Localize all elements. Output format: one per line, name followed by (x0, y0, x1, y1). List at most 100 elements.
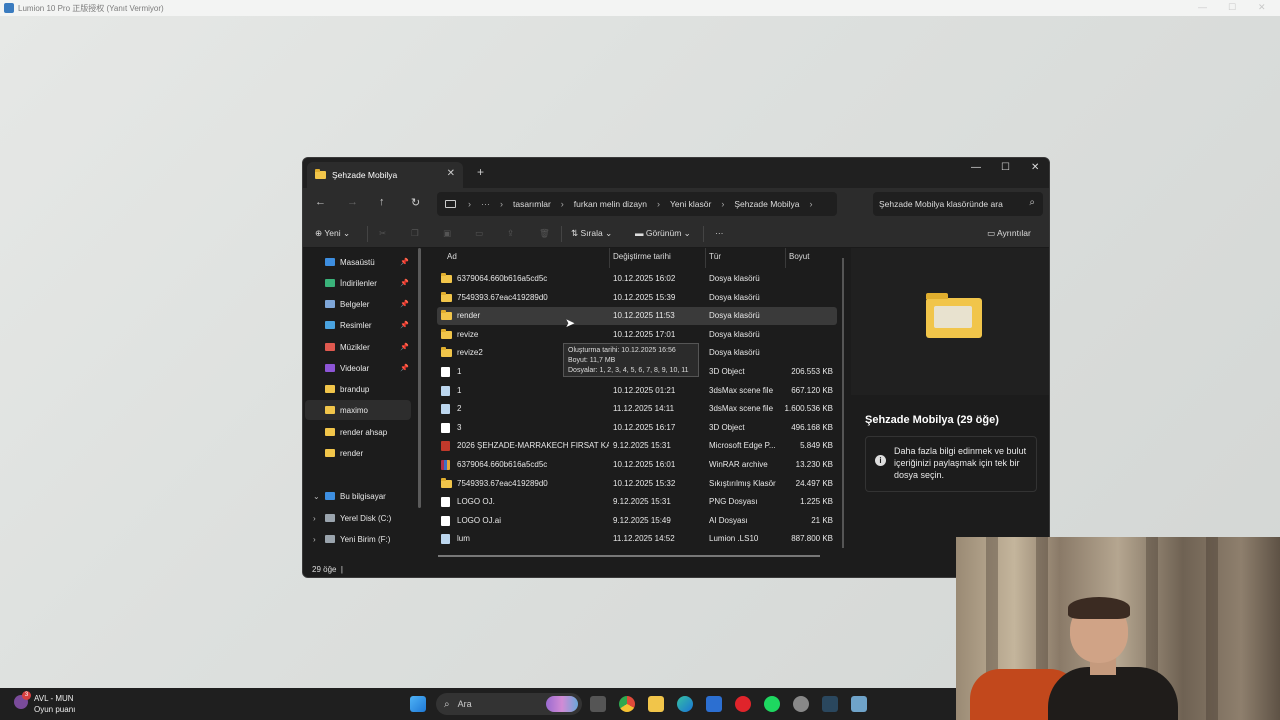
breadcrumb-item[interactable]: furkan melin dizayn (574, 199, 647, 209)
sidebar-item[interactable]: render (305, 443, 411, 463)
folder-icon (441, 347, 452, 358)
sidebar-item[interactable]: › Yeni Birim (F:) (305, 529, 411, 549)
chevron-right-icon[interactable]: › (468, 199, 471, 209)
pin-icon: 📌 (400, 259, 409, 266)
ellipsis-icon[interactable]: ··· (481, 199, 490, 209)
minimize-icon[interactable]: — (971, 162, 981, 173)
file-row[interactable]: 2026 ŞEHZADE-MARRAKECH FIRSAT KAT... 9.12… (437, 437, 837, 455)
close-icon[interactable]: ✕ (1258, 2, 1266, 13)
minimize-icon[interactable]: — (1198, 2, 1207, 12)
sidebar-item[interactable]: ⌄ Bu bilgisayar (305, 486, 411, 506)
view-button[interactable]: ▬ Görünüm ⌄ (635, 228, 691, 239)
chevron-down-icon[interactable]: ⌄ (313, 492, 320, 501)
file-row[interactable]: 3 10.12.2025 16:17 3D Object 496.168 KB (437, 419, 837, 437)
opera-icon[interactable] (735, 696, 751, 712)
chevron-right-icon[interactable]: › (313, 514, 316, 523)
chevron-right-icon[interactable]: › (810, 199, 813, 209)
file-row[interactable]: 7549393.67eac419289d0 10.12.2025 15:39 Dos… (437, 289, 837, 307)
file-row[interactable]: 6379064.660b616a5cd5c 10.12.2025 16:02 Dos… (437, 270, 837, 288)
file-row[interactable]: lum 11.12.2025 14:52 Lumion .LS10 887.800 K… (437, 530, 837, 548)
chevron-right-icon[interactable]: › (657, 199, 660, 209)
cut-icon[interactable]: ✂ (379, 228, 386, 239)
close-window-icon[interactable]: ✕ (1031, 162, 1039, 173)
share-icon[interactable]: ⇪ (507, 228, 514, 239)
spotify-icon[interactable] (764, 696, 780, 712)
sidebar-item-icon (325, 385, 335, 393)
chevron-right-icon[interactable]: › (721, 199, 724, 209)
sidebar-item[interactable]: brandup (305, 379, 411, 399)
lumion-taskbar-icon[interactable] (851, 696, 867, 712)
tab-sehzade-mobilya[interactable]: Şehzade Mobilya ✕ (307, 162, 463, 188)
sidebar-item[interactable]: Videolar 📌 (305, 358, 411, 378)
up-icon[interactable]: ↑ (379, 196, 385, 208)
new-tab-button[interactable]: + (477, 165, 484, 179)
file-type: 3D Object (709, 367, 745, 376)
column-divider[interactable] (705, 248, 706, 268)
vertical-scrollbar[interactable] (842, 258, 844, 548)
paste-icon[interactable]: ▣ (443, 228, 451, 239)
sidebar-item[interactable]: maximo (305, 400, 411, 420)
tab-bar: Şehzade Mobilya ✕ + — ☐ ✕ (303, 158, 1049, 188)
chevron-right-icon[interactable]: › (500, 199, 503, 209)
delete-icon[interactable]: 🗑 (539, 228, 550, 239)
task-view-icon[interactable] (590, 696, 606, 712)
breadcrumb-item[interactable]: Yeni klasör (670, 199, 711, 209)
sidebar-item[interactable]: render ahsap (305, 422, 411, 442)
sidebar-item[interactable]: Belgeler 📌 (305, 294, 411, 314)
start-icon[interactable] (410, 696, 426, 712)
taskbar-search[interactable]: ⌕ Ara (436, 693, 582, 715)
column-header-date[interactable]: Değiştirme tarihi (613, 252, 671, 270)
column-header-size[interactable]: Boyut (789, 252, 809, 270)
breadcrumb-item[interactable]: Şehzade Mobilya (734, 199, 799, 209)
widgets-button[interactable]: 3 AVL - MUN Oyun puanı (14, 691, 75, 715)
file-row[interactable]: render 10.12.2025 11:53 Dosya klasörü (437, 307, 837, 326)
file-row[interactable]: 1 10.12.2025 01:21 3dsMax scene file 667.12… (437, 382, 837, 400)
column-header-name[interactable]: Ad (447, 252, 457, 270)
column-divider[interactable] (609, 248, 610, 268)
refresh-icon[interactable]: ↻ (411, 196, 420, 209)
details-pane: Şehzade Mobilya (29 öğe) i Daha fazla bi… (851, 248, 1049, 577)
file-row[interactable]: LOGO OJ.ai 9.12.2025 15:49 AI Dosyası 21 KB (437, 512, 837, 530)
divider (703, 226, 704, 242)
file-row[interactable]: 2 11.12.2025 14:11 3dsMax scene file 1.600.… (437, 400, 837, 418)
steam-helper-icon[interactable] (793, 696, 809, 712)
sidebar-item[interactable]: Müzikler 📌 (305, 337, 411, 357)
address-bar[interactable]: › ··· › tasarımlar › furkan melin dizayn… (437, 192, 837, 216)
close-tab-icon[interactable]: ✕ (447, 168, 455, 179)
file-row[interactable]: 6379064.660b616a5cd5c 10.12.2025 16:01 Win… (437, 456, 837, 474)
sidebar-item-icon (325, 364, 335, 372)
file-row[interactable]: 7549393.67eac419289d0 10.12.2025 15:32 Sık… (437, 475, 837, 493)
file-size: 21 KB (811, 515, 833, 525)
sidebar-item[interactable]: Masaüstü 📌 (305, 252, 411, 272)
nav-scrollbar[interactable] (418, 248, 421, 508)
sidebar-item[interactable]: İndirilenler 📌 (305, 273, 411, 293)
search-input[interactable]: Şehzade Mobilya klasöründe ara ⌕ (873, 192, 1043, 216)
horizontal-scrollbar[interactable] (438, 555, 820, 557)
chevron-right-icon[interactable]: › (561, 199, 564, 209)
maximize-icon[interactable]: ☐ (1228, 2, 1236, 13)
back-icon[interactable]: ← (315, 196, 326, 208)
sort-button[interactable]: ⇅ Sırala ⌄ (571, 228, 612, 239)
steam-icon[interactable] (822, 696, 838, 712)
copy-icon[interactable]: ❐ (411, 228, 419, 239)
new-button[interactable]: ⊕ Yeni ⌄ (315, 228, 350, 239)
sidebar-item[interactable]: › Yerel Disk (C:) (305, 508, 411, 528)
breadcrumb-item[interactable]: tasarımlar (513, 199, 551, 209)
rename-icon[interactable]: ▭ (475, 228, 483, 239)
edge-icon[interactable] (677, 696, 693, 712)
column-header-type[interactable]: Tür (709, 252, 721, 270)
details-pane-button[interactable]: ▭ Ayrıntılar (987, 228, 1031, 239)
sidebar-item[interactable]: Resimler 📌 (305, 315, 411, 335)
forward-icon[interactable]: → (347, 196, 358, 208)
chrome-icon[interactable] (619, 696, 635, 712)
file-date: 10.12.2025 11:53 (613, 311, 675, 321)
chevron-right-icon[interactable]: › (313, 535, 316, 544)
file-row[interactable]: revize 10.12.2025 17:01 Dosya klasörü (437, 326, 837, 344)
file-row[interactable]: LOGO OJ. 9.12.2025 15:31 PNG Dosyası 1.225 … (437, 493, 837, 511)
file-type: Dosya klasörü (709, 292, 760, 302)
column-divider[interactable] (785, 248, 786, 268)
file-explorer-icon[interactable] (648, 696, 664, 712)
mail-icon[interactable] (706, 696, 722, 712)
more-options-button[interactable]: ··· (715, 228, 724, 238)
maximize-icon[interactable]: ☐ (1001, 162, 1010, 173)
